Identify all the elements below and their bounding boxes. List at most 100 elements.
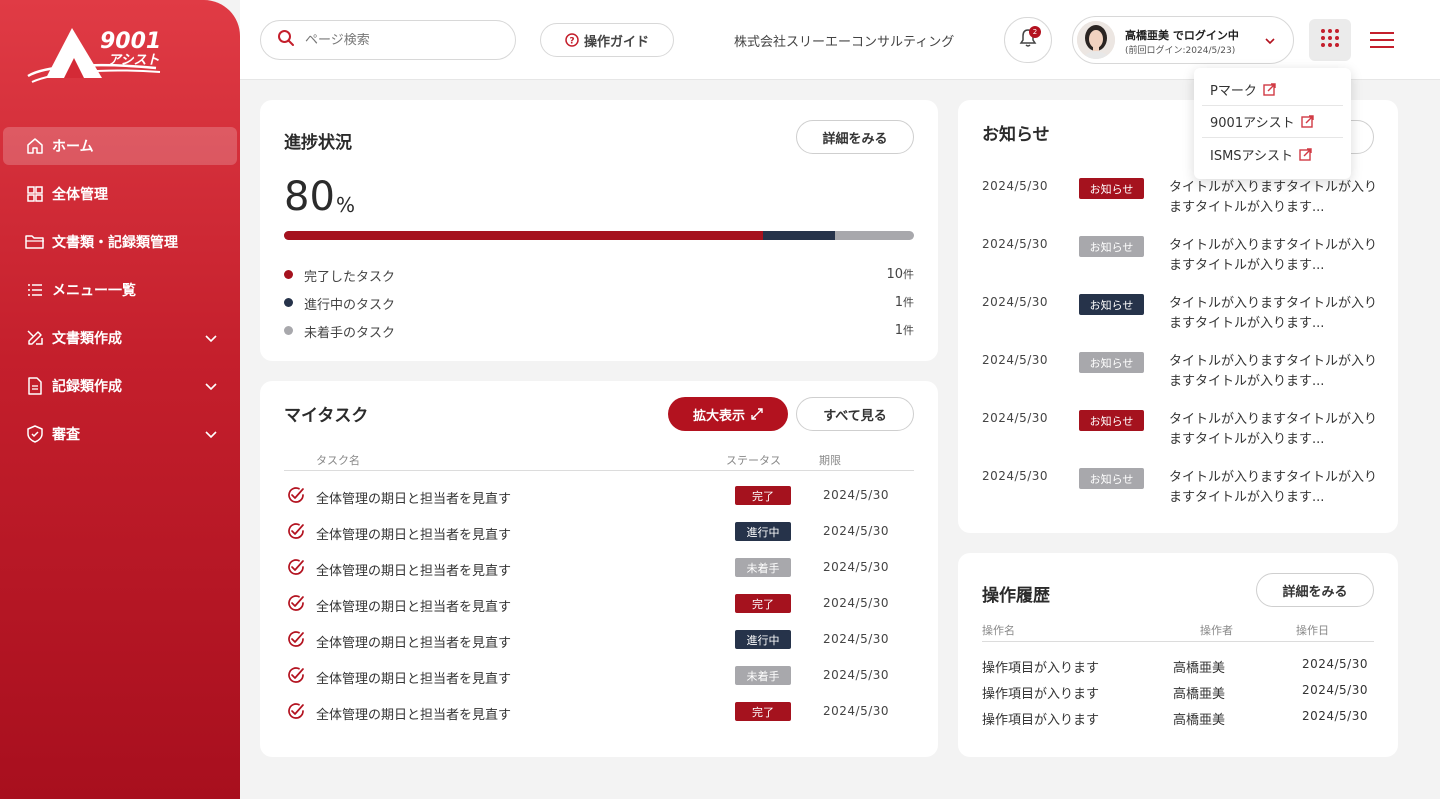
app-logo[interactable]: 9001 アシスト <box>24 22 164 88</box>
check-circle-icon[interactable] <box>286 629 306 653</box>
sidebar-item-2[interactable]: 文書類・記録類管理 <box>3 223 237 261</box>
news-tag: お知らせ <box>1079 410 1144 431</box>
check-circle-icon[interactable] <box>286 701 306 725</box>
check-circle-icon[interactable] <box>286 557 306 581</box>
check-circle-icon[interactable] <box>286 665 306 689</box>
pencil-ruler-icon <box>25 328 45 348</box>
history-divider <box>982 641 1374 642</box>
help-circle-icon: ? <box>565 33 579 47</box>
news-text[interactable]: タイトルが入りますタイトルが入りますタイトルが入ります... <box>1169 236 1379 276</box>
sidebar-item-6[interactable]: 審査 <box>3 415 237 453</box>
history-action: 操作項目が入ります <box>982 687 1100 702</box>
column-header-action: 操作名 <box>982 624 1015 637</box>
sidebar-item-3[interactable]: メニュー一覧 <box>3 271 237 309</box>
table-row[interactable]: 全体管理の期日と担当者を見直す 完了 2024/5/30 <box>284 483 914 507</box>
user-menu[interactable]: 高橋亜美 でログイン中 (前回ログイン:2024/5/23) <box>1072 16 1294 64</box>
external-link-icon <box>1299 147 1312 161</box>
sidebar-item-0[interactable]: ホーム <box>3 127 237 165</box>
column-header-due: 期限 <box>819 454 841 467</box>
table-row[interactable]: 全体管理の期日と担当者を見直す 未着手 2024/5/30 <box>284 555 914 579</box>
table-row[interactable]: 全体管理の期日と担当者を見直す 進行中 2024/5/30 <box>284 627 914 651</box>
dropdown-item[interactable]: ISMSアシスト <box>1202 138 1343 170</box>
progress-card: 進捗状況 詳細をみる 80 % 完了したタスク 10件 進行中のタスク 1件 未着手のタ… <box>260 100 938 361</box>
news-item[interactable]: 2024/5/30 お知らせ タイトルが入りますタイトルが入りますタイトルが入ります… <box>982 410 1378 454</box>
history-date: 2024/5/30 <box>1301 709 1368 723</box>
dropdown-item-label: ISMSアシスト <box>1210 148 1294 164</box>
last-login: (前回ログイン:2024/5/23) <box>1125 46 1236 56</box>
external-link-icon <box>1300 115 1314 128</box>
shield-check-icon <box>25 424 45 444</box>
sidebar-item-label: 文書類作成 <box>52 331 122 347</box>
dropdown-item[interactable]: Pマーク <box>1202 74 1343 106</box>
progress-legend-item: 完了したタスク 10件 <box>284 264 914 285</box>
news-text[interactable]: タイトルが入りますタイトルが入りますタイトルが入ります... <box>1169 294 1379 334</box>
chevron-down-icon <box>203 378 219 394</box>
sidebar-item-5[interactable]: 記録類作成 <box>3 367 237 405</box>
news-item[interactable]: 2024/5/30 お知らせ タイトルが入りますタイトルが入りますタイトルが入ります… <box>982 178 1378 222</box>
search-box[interactable] <box>260 20 516 60</box>
sidebar-nav: ホーム全体管理文書類・記録類管理 メニュー一覧文書類作成記録類作成審査 <box>0 127 240 463</box>
news-title: お知らせ <box>982 125 1050 145</box>
news-tag: お知らせ <box>1079 294 1144 315</box>
task-due-date: 2024/5/30 <box>823 560 890 574</box>
progress-percent-unit: % <box>336 193 356 217</box>
svg-text:9001: 9001 <box>100 29 161 54</box>
notification-button[interactable]: 2 <box>1004 17 1052 63</box>
task-name: 全体管理の期日と担当者を見直す <box>316 528 512 543</box>
table-row[interactable]: 全体管理の期日と担当者を見直す 完了 2024/5/30 <box>284 699 914 723</box>
legend-count: 1件 <box>895 294 914 310</box>
dropdown-item[interactable]: 9001アシスト <box>1202 106 1343 138</box>
document-icon <box>25 376 45 396</box>
status-badge: 進行中 <box>735 630 791 649</box>
legend-count-unit: 件 <box>903 324 914 337</box>
sidebar-item-4[interactable]: 文書類作成 <box>3 319 237 357</box>
chevron-down-icon <box>203 330 219 346</box>
legend-label: 未着手のタスク <box>304 326 396 341</box>
app-switcher-button[interactable] <box>1309 19 1351 61</box>
see-all-tasks-button[interactable]: すべて見る <box>796 397 914 431</box>
news-text[interactable]: タイトルが入りますタイトルが入りますタイトルが入ります... <box>1169 468 1379 508</box>
news-text[interactable]: タイトルが入りますタイトルが入りますタイトルが入ります... <box>1169 410 1379 450</box>
table-row[interactable]: 全体管理の期日と担当者を見直す 進行中 2024/5/30 <box>284 519 914 543</box>
hamburger-icon <box>1368 32 1396 59</box>
column-header-date: 操作日 <box>1296 624 1329 637</box>
news-item[interactable]: 2024/5/30 お知らせ タイトルが入りますタイトルが入りますタイトルが入ります… <box>982 294 1378 338</box>
news-text[interactable]: タイトルが入りますタイトルが入りますタイトルが入ります... <box>1169 178 1379 218</box>
news-text[interactable]: タイトルが入りますタイトルが入りますタイトルが入ります... <box>1169 352 1379 392</box>
legend-count: 10件 <box>886 266 914 282</box>
folder-icon <box>25 232 45 252</box>
history-user: 高橋亜美 <box>1173 687 1226 702</box>
guide-button-label: 操作ガイド <box>583 34 649 50</box>
news-item[interactable]: 2024/5/30 お知らせ タイトルが入りますタイトルが入りますタイトルが入ります… <box>982 352 1378 396</box>
history-detail-button[interactable]: 詳細をみる <box>1256 573 1374 607</box>
column-header-task: タスク名 <box>316 454 360 467</box>
legend-dot <box>284 298 293 307</box>
sidebar-item-1[interactable]: 全体管理 <box>3 175 237 213</box>
history-date: 2024/5/30 <box>1301 683 1368 697</box>
check-circle-icon[interactable] <box>286 593 306 617</box>
legend-dot <box>284 326 293 335</box>
sidebar: 9001 アシスト ホーム全体管理文書類・記録類管理 メニュー一覧文書類作成記録類… <box>0 0 240 799</box>
legend-dot <box>284 270 293 279</box>
avatar <box>1077 21 1115 59</box>
progress-detail-button[interactable]: 詳細をみる <box>796 120 914 154</box>
expand-button-label: 拡大表示 <box>692 408 745 424</box>
search-input[interactable] <box>305 32 485 48</box>
column-header-status: ステータス <box>726 454 781 467</box>
table-row[interactable]: 全体管理の期日と担当者を見直す 未着手 2024/5/30 <box>284 663 914 687</box>
status-badge: 完了 <box>735 702 791 721</box>
task-name: 全体管理の期日と担当者を見直す <box>316 492 512 507</box>
table-row[interactable]: 全体管理の期日と担当者を見直す 完了 2024/5/30 <box>284 591 914 615</box>
check-circle-icon[interactable] <box>286 485 306 509</box>
hamburger-menu-button[interactable] <box>1368 25 1396 55</box>
expand-button[interactable]: 拡大表示 <box>668 397 788 431</box>
news-date: 2024/5/30 <box>982 179 1049 193</box>
progress-bar-complete <box>284 231 763 240</box>
history-action: 操作項目が入ります <box>982 713 1100 728</box>
news-item[interactable]: 2024/5/30 お知らせ タイトルが入りますタイトルが入りますタイトルが入ります… <box>982 236 1378 280</box>
news-item[interactable]: 2024/5/30 お知らせ タイトルが入りますタイトルが入りますタイトルが入ります… <box>982 468 1378 512</box>
check-circle-icon[interactable] <box>286 521 306 545</box>
guide-button[interactable]: ? 操作ガイド <box>540 23 674 57</box>
legend-count-unit: 件 <box>903 268 914 281</box>
dropdown-item-label: Pマーク <box>1210 84 1257 99</box>
